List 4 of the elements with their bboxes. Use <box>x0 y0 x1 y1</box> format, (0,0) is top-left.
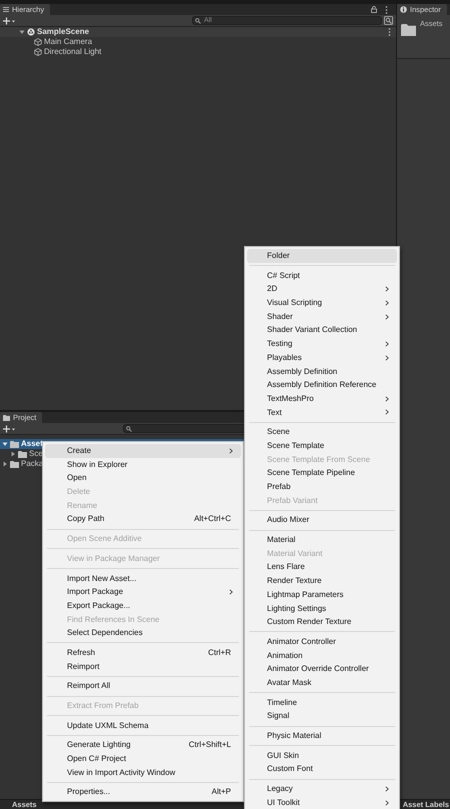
shortcut-label: Ctrl+R <box>208 648 231 658</box>
shortcut-label: Alt+P <box>212 787 231 798</box>
shortcut-label: Ctrl+Shift+L <box>188 740 231 750</box>
shortcut-label: Alt+Ctrl+C <box>194 514 231 524</box>
